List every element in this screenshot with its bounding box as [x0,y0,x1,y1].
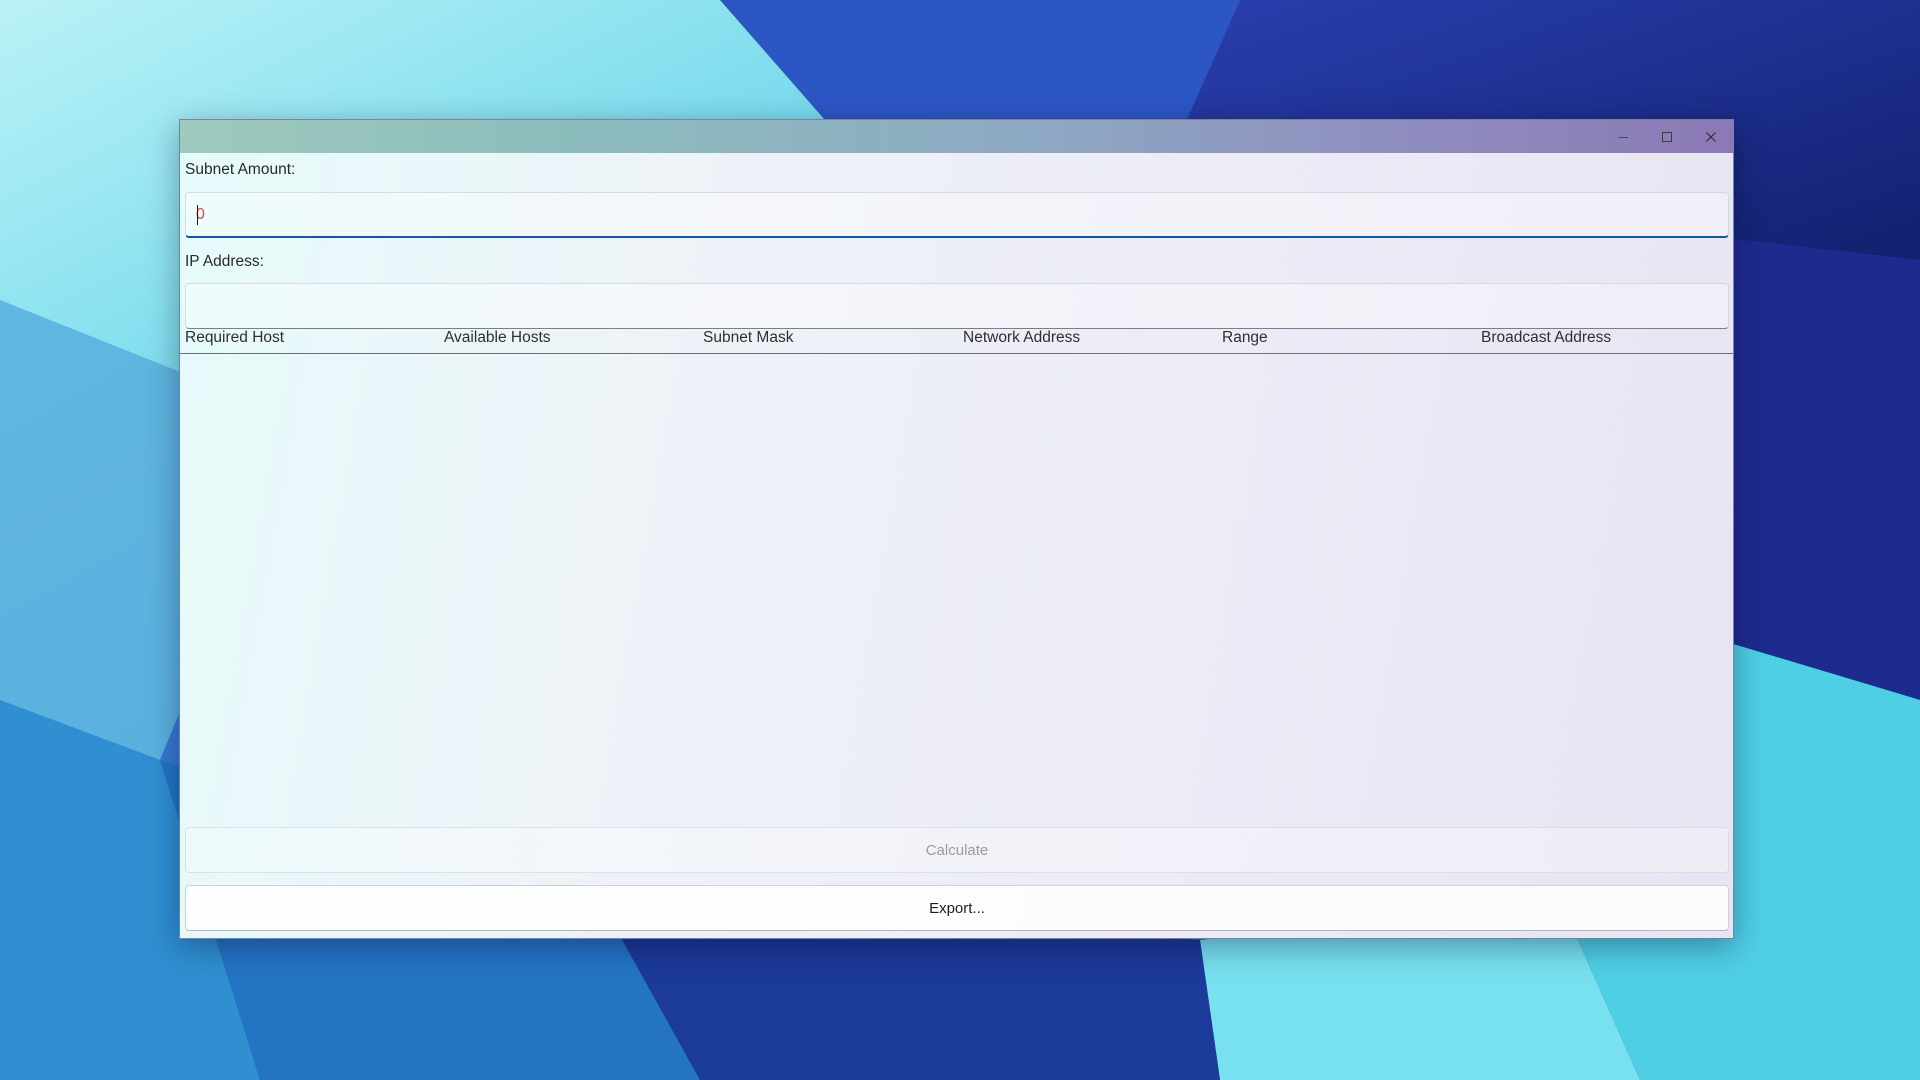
subnet-amount-input[interactable] [186,193,1728,236]
column-header-subnet-mask[interactable]: Subnet Mask [703,323,793,353]
text-caret [197,205,198,225]
maximize-icon [1662,131,1672,142]
subnet-calculator-window: Subnet Amount: IP Address: Required Host… [179,119,1734,939]
close-icon [1706,131,1716,142]
column-header-available-hosts[interactable]: Available Hosts [444,323,551,353]
subnet-amount-label: Subnet Amount: [185,161,296,178]
minimize-icon [1618,136,1628,138]
column-header-broadcast-address[interactable]: Broadcast Address [1481,323,1611,353]
maximize-button[interactable] [1645,120,1689,153]
close-button[interactable] [1689,120,1733,153]
column-header-required-host[interactable]: Required Host [185,323,284,353]
results-table-header: Required Host Available Hosts Subnet Mas… [180,323,1733,354]
ip-address-input[interactable] [186,284,1728,328]
ip-address-label: IP Address: [185,253,264,270]
column-header-range[interactable]: Range [1222,323,1268,353]
title-bar[interactable] [180,120,1733,153]
export-button[interactable]: Export... [185,885,1729,931]
calculate-button[interactable]: Calculate [185,827,1729,873]
column-header-network-address[interactable]: Network Address [963,323,1080,353]
subnet-amount-field-box[interactable] [185,192,1729,238]
minimize-button[interactable] [1601,120,1645,153]
